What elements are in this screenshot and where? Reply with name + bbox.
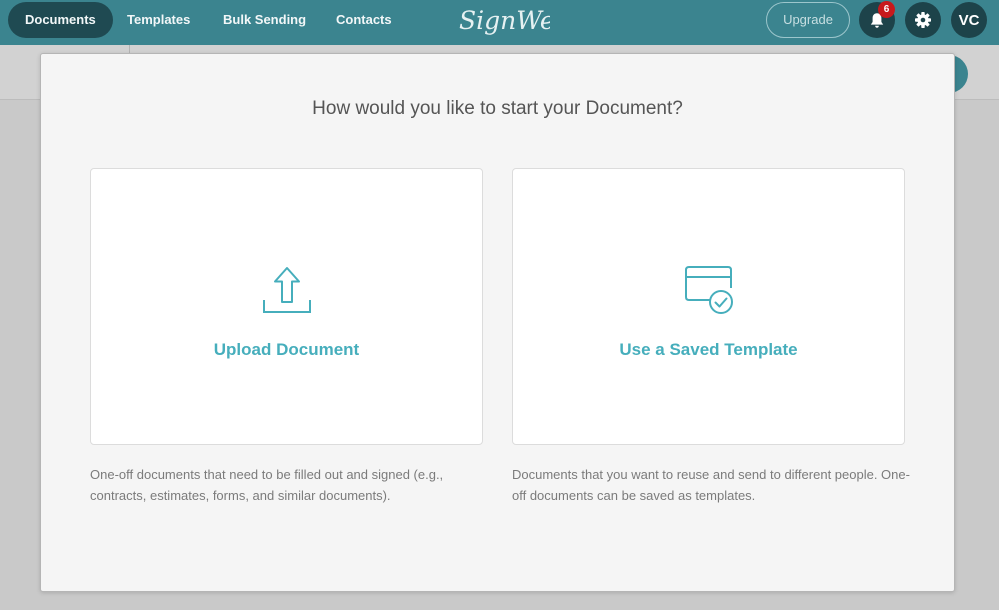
saved-template-icon [684,266,733,314]
settings-button[interactable] [905,2,941,38]
nav-tab-bulk-sending[interactable]: Bulk Sending [223,2,306,38]
notification-count-badge: 6 [878,1,895,18]
gear-icon [915,12,931,28]
start-document-modal: How would you like to start your Documen… [40,53,955,592]
upload-document-label: Upload Document [213,340,360,359]
user-avatar[interactable]: VC [951,2,987,38]
nav-tab-templates[interactable]: Templates [127,2,190,38]
upgrade-button[interactable]: Upgrade [766,2,850,38]
upload-document-card[interactable]: Upload Document [90,168,483,445]
signwell-logo-wordmark: SignWell [459,6,571,35]
avatar-initials: VC [958,11,980,29]
upload-icon [262,267,311,313]
saved-template-label: Use a Saved Template [619,340,798,359]
nav-tab-contacts[interactable]: Contacts [336,2,392,38]
saved-template-card[interactable]: Use a Saved Template [512,168,905,445]
nav-tab-documents[interactable]: Documents [8,2,113,38]
saved-template-description: Documents that you want to reuse and sen… [512,467,910,503]
modal-title: How would you like to start your Documen… [312,98,683,119]
signwell-logo[interactable]: SignWell [458,2,571,42]
svg-text:SignWell: SignWell [459,6,550,35]
top-navigation-bar: Documents Templates Bulk Sending Contact… [0,0,999,45]
notifications-button[interactable]: 6 [859,1,895,38]
upload-document-description: One-off documents that need to be filled… [90,467,444,503]
